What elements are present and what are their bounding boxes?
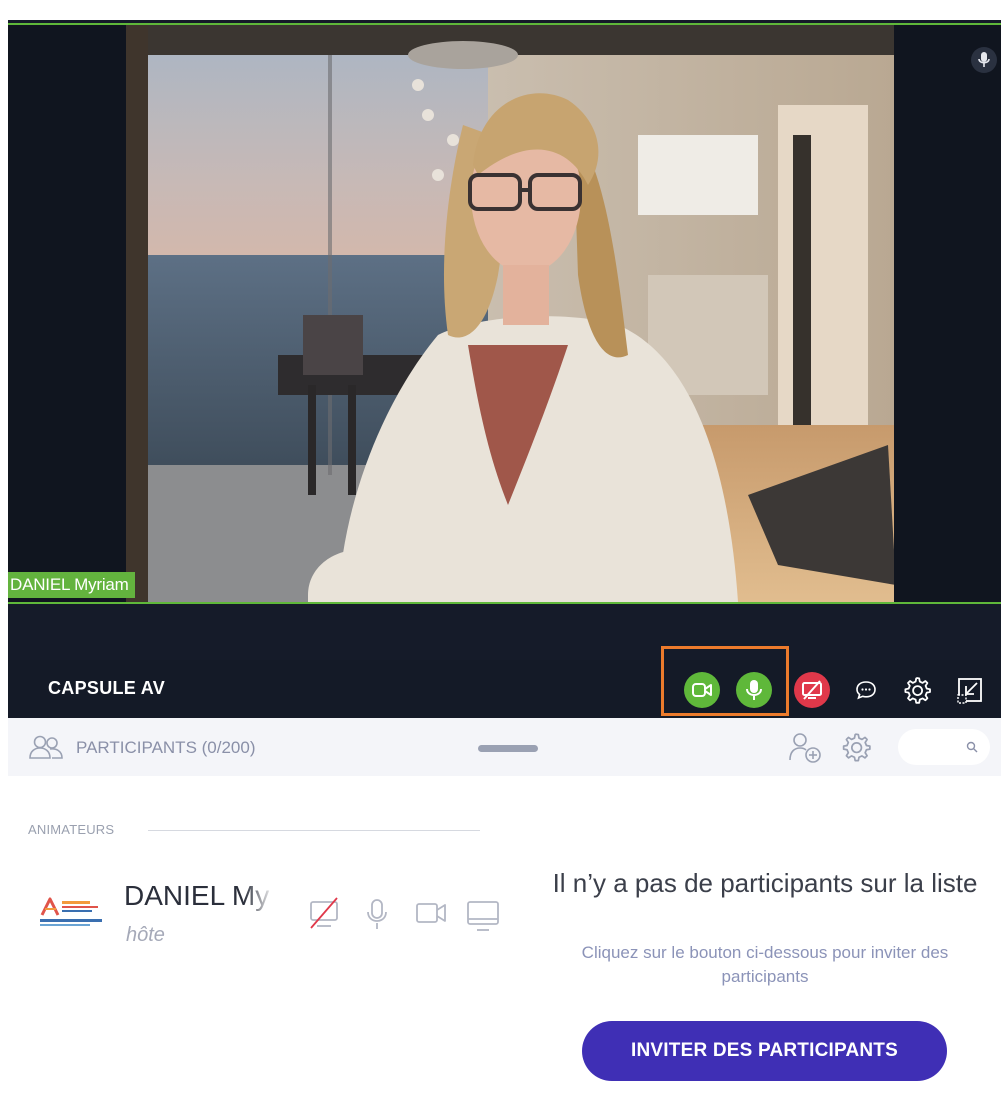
call-toolbar: CAPSULE AV: [8, 646, 1001, 718]
minimize-button[interactable]: [952, 672, 988, 708]
participants-settings-icon[interactable]: [840, 731, 872, 763]
host-role: hôte: [126, 924, 165, 946]
microphone-icon[interactable]: [367, 899, 387, 929]
panel-drag-handle[interactable]: [478, 745, 538, 752]
participant-search-input[interactable]: [898, 729, 990, 765]
organization-logo: [40, 897, 102, 926]
settings-button[interactable]: [899, 672, 935, 708]
participants-count: PARTICIPANTS (0/200): [76, 738, 256, 757]
video-camera-icon: [692, 683, 712, 697]
participant-name-tag: DANIEL Myriam: [8, 572, 135, 598]
participants-header: PARTICIPANTS (0/200): [8, 718, 1001, 776]
video-mic-indicator: [971, 47, 997, 73]
chat-button[interactable]: [848, 672, 884, 708]
host-media-status: [310, 897, 499, 931]
microphone-icon: [746, 680, 762, 700]
screen-share-off-icon[interactable]: [310, 897, 338, 929]
search-icon: [966, 741, 978, 753]
participants-icon: [29, 735, 63, 759]
screen-icon[interactable]: [467, 901, 499, 931]
add-participant-icon[interactable]: [788, 732, 822, 764]
app-title: CAPSULE AV: [48, 678, 166, 698]
host-name: DANIEL My: [124, 880, 270, 911]
chat-bubble-icon: [856, 681, 876, 700]
mic-toggle-button[interactable]: [736, 672, 772, 708]
empty-state-subtitle: Cliquez sur le bouton ci-dessous pour in…: [581, 943, 949, 986]
invite-participants-button[interactable]: INVITER DES PARTICIPANTS: [582, 1021, 947, 1081]
video-camera-icon[interactable]: [416, 903, 446, 923]
window-top-margin: [0, 0, 1001, 8]
minimize-window-icon: [957, 678, 982, 704]
screen-share-off-icon: [802, 680, 822, 700]
screen-share-toggle-button[interactable]: [794, 672, 830, 708]
section-divider: [148, 830, 480, 831]
empty-state-title: Il n’y a pas de participants sur la list…: [552, 868, 978, 898]
video-feed[interactable]: [8, 23, 1001, 604]
hosts-section-label: ANIMATEURS: [28, 822, 115, 837]
video-frame-image: [8, 25, 1001, 602]
gear-icon: [904, 677, 931, 704]
microphone-icon: [978, 52, 990, 67]
camera-toggle-button[interactable]: [684, 672, 720, 708]
